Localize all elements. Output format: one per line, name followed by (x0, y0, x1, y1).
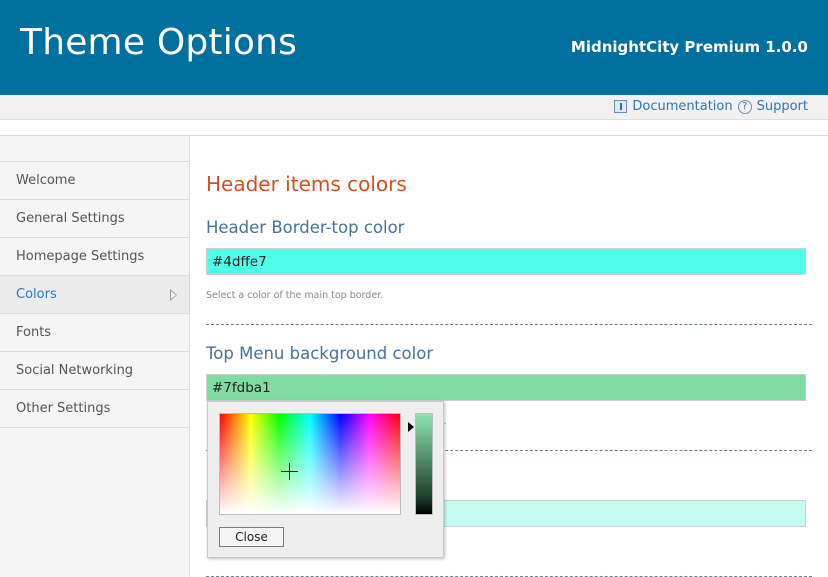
header-bar: Theme Options MidnightCity Premium 1.0.0 (0, 0, 828, 95)
sidebar-item-label: Homepage Settings (16, 249, 145, 264)
page-title: Theme Options (20, 22, 298, 63)
close-button[interactable]: Close (219, 527, 284, 547)
sidebar-item-label: Other Settings (16, 401, 111, 416)
section-title: Header items colors (206, 172, 407, 196)
support-link[interactable]: ? Support (733, 99, 808, 114)
sidebar-item-homepage-settings[interactable]: Homepage Settings (0, 238, 189, 276)
slider-pointer-icon[interactable] (408, 422, 414, 432)
crosshair-icon[interactable] (289, 463, 290, 480)
support-label: Support (756, 99, 808, 114)
sidebar-item-general-settings[interactable]: General Settings (0, 200, 189, 238)
sidebar-item-other-settings[interactable]: Other Settings (0, 390, 189, 428)
documentation-label: Documentation (632, 99, 733, 114)
help-links: Documentation ? Support (614, 99, 808, 114)
question-icon: ? (737, 99, 752, 114)
sidebar-item-label: Fonts (16, 325, 52, 340)
sidebar-item-social-networking[interactable]: Social Networking (0, 352, 189, 390)
color-spectrum[interactable] (219, 413, 401, 515)
chevron-right-icon (170, 289, 177, 301)
info-icon (614, 100, 628, 113)
header-border-color-description: Select a color of the main top border. (206, 290, 384, 301)
color-picker-popup: Close (207, 401, 444, 558)
sidebar-item-welcome[interactable]: Welcome (0, 162, 189, 200)
sidebar-item-label: General Settings (16, 211, 125, 226)
section-divider (206, 324, 812, 325)
sidebar: Welcome General Settings Homepage Settin… (0, 135, 190, 577)
top-menu-bg-color-input[interactable] (206, 374, 806, 401)
sub-toolbar: Documentation ? Support (0, 95, 828, 120)
brightness-slider[interactable] (415, 413, 433, 515)
product-version: MidnightCity Premium 1.0.0 (570, 38, 808, 56)
sidebar-item-label: Colors (16, 287, 57, 302)
sidebar-spacer (0, 136, 189, 162)
sidebar-item-label: Welcome (16, 173, 76, 188)
sidebar-item-fonts[interactable]: Fonts (0, 314, 189, 352)
top-menu-bg-color-label: Top Menu background color (206, 344, 434, 363)
header-border-color-input[interactable] (206, 248, 806, 275)
documentation-link[interactable]: Documentation (614, 99, 733, 114)
sidebar-item-label: Social Networking (16, 363, 134, 378)
sidebar-item-colors[interactable]: Colors (0, 276, 189, 314)
header-border-color-label: Header Border-top color (206, 218, 405, 237)
